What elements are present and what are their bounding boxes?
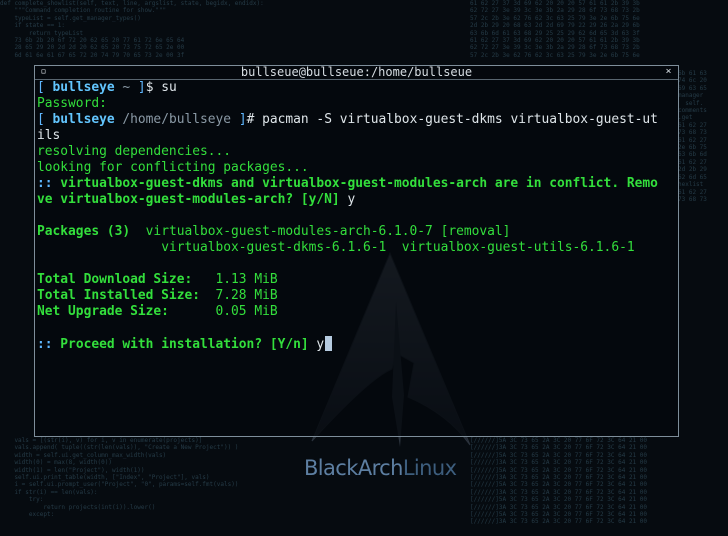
close-icon[interactable]: ×: [663, 67, 674, 77]
packages-line: virtualbox-guest-dkms-6.1.6-1 virtualbox…: [161, 240, 635, 255]
size-line: Net Upgrade Size: 0.05 MiB: [37, 304, 278, 319]
terminal-line: [ bullseye ~ ]$ su: [37, 80, 177, 95]
prompt-answer: y: [316, 337, 325, 352]
size-line: Total Download Size: 1.13 MiB: [37, 272, 278, 287]
terminal-line: :: virtualbox-guest-dkms and virtualbox-…: [37, 176, 658, 191]
text-cursor: [325, 336, 333, 351]
terminal-output[interactable]: [ bullseye ~ ]$ su Password: [ bullseye …: [37, 80, 678, 352]
wallpaper-code-bottom-right: [//////]5A 3C 73 65 2A 3C 20 77 6F 72 3C…: [470, 437, 648, 526]
size-line: Total Installed Size: 7.28 MiB: [37, 288, 278, 303]
terminal-line: [ bullseye /home/bullseye ]# pacman -S v…: [37, 112, 658, 127]
wallpaper-code-bottom-left: vals = [(str(i), v) for i, v in enumerat…: [14, 437, 239, 519]
window-title: bullseue@bullseue:/home/bullseue: [240, 65, 473, 79]
terminal-line: Password:: [37, 96, 107, 111]
blackarch-linux-wordmark: BlackArchLinux: [304, 456, 457, 480]
wallpaper-code-top-right: 61 62 27 37 3d 69 62 20 20 20 57 61 61 2…: [470, 0, 640, 59]
terminal-window[interactable]: ▫ bullseue@bullseue:/home/bullseue × [ b…: [34, 65, 679, 437]
terminal-titlebar[interactable]: ▫ bullseue@bullseue:/home/bullseue ×: [35, 66, 678, 80]
terminal-line: ils: [37, 128, 61, 143]
proceed-prompt[interactable]: :: Proceed with installation? [Y/n] y: [37, 336, 678, 352]
wallpaper-code-top-left: def complete_showlist(self, text, line, …: [0, 0, 264, 59]
packages-line: Packages (3) virtualbox-guest-modules-ar…: [37, 224, 511, 239]
terminal-line: ve virtualbox-guest-modules-arch? [y/N] …: [37, 192, 356, 207]
brand-linux: Linux: [402, 456, 457, 480]
window-menu-icon[interactable]: ▫: [38, 67, 49, 77]
terminal-line: resolving dependencies...: [37, 144, 232, 159]
terminal-line: looking for conflicting packages...: [37, 160, 309, 175]
brand-blackarch: BlackArch: [304, 456, 403, 480]
